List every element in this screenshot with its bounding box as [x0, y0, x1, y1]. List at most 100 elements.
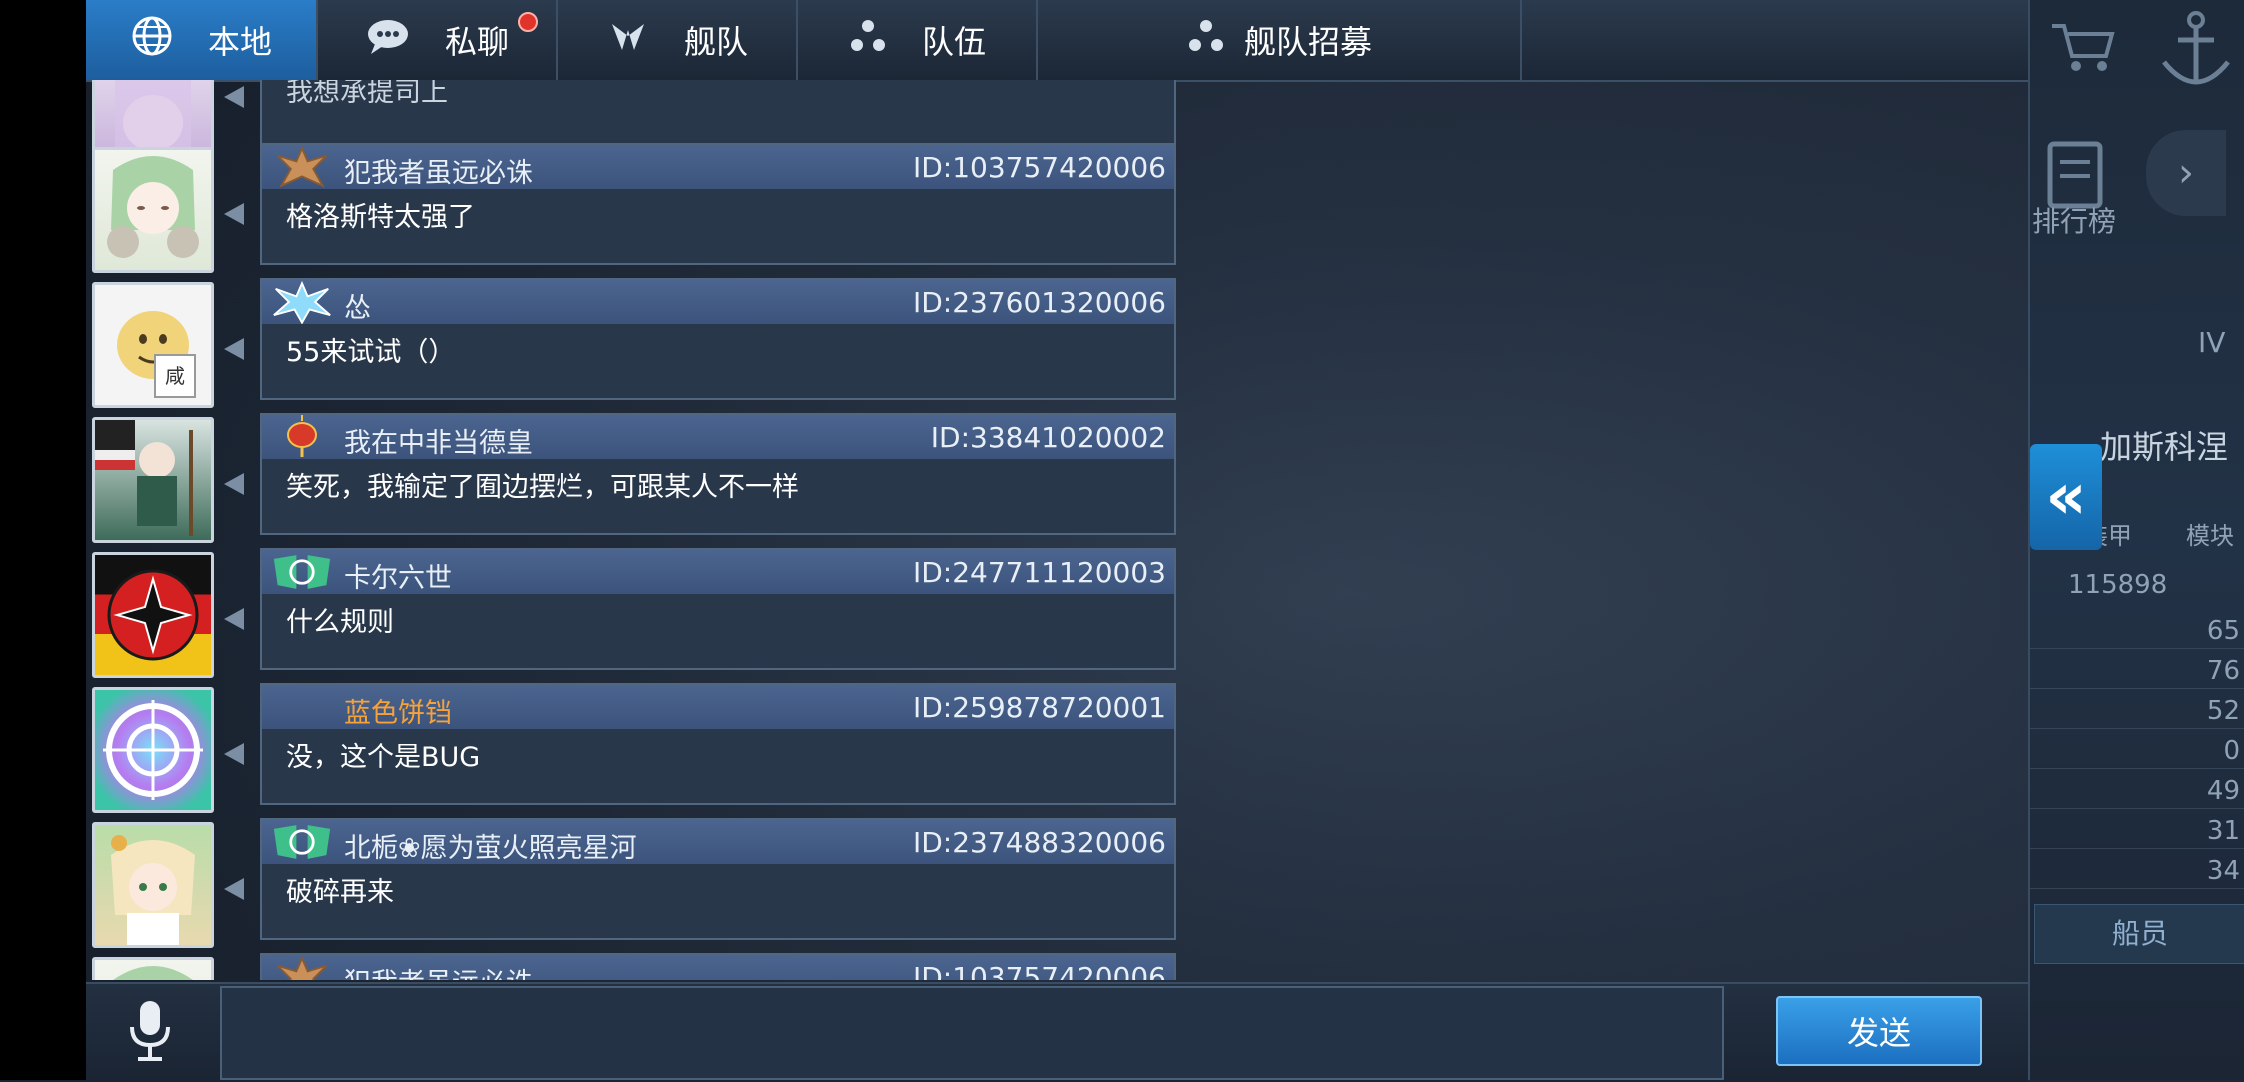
bubble-arrow — [224, 473, 244, 495]
cart-icon[interactable] — [2048, 18, 2118, 74]
team-icon — [848, 18, 888, 63]
stat-row: 52 — [2028, 696, 2244, 729]
svg-text:咸: 咸 — [165, 364, 185, 388]
bubble-arrow — [224, 338, 244, 360]
message-bubble[interactable]: 我想承提司上 — [260, 80, 1176, 148]
bubble-arrow — [224, 203, 244, 225]
message-text: 我想承提司上 — [286, 80, 448, 108]
chat-message: 我在中非当德皇 ID:33841020002 笑死，我输定了囿边摆烂，可跟某人不… — [86, 413, 1186, 548]
message-text: 笑死，我输定了囿边摆烂，可跟某人不一样 — [286, 472, 799, 503]
notification-dot — [518, 12, 538, 32]
anchor-icon[interactable] — [2156, 6, 2236, 96]
message-text: 没，这个是BUG — [286, 742, 481, 773]
message-bubble[interactable]: 犯我者虽远必诛 ID:103757420006 格洛斯特太强了 — [260, 143, 1176, 265]
chat-tab-bar: 本地 私聊 舰队 队伍 舰队招募 — [86, 0, 2028, 82]
tab-label: 本地 — [207, 23, 272, 61]
stat-row: 76 — [2028, 656, 2244, 689]
tab-label: 队伍 — [921, 23, 986, 61]
stat-row: 34 — [2028, 856, 2244, 889]
message-header: 卡尔六世 ID:247711120003 — [262, 550, 1174, 594]
chat-message: 卡尔六世 ID:247711120003 什么规则 — [86, 548, 1186, 683]
tab-fleet-recruit[interactable]: 舰队招募 — [1038, 0, 1522, 80]
username[interactable]: 蓝色饼铛 — [344, 691, 452, 730]
username[interactable]: 犯我者虽远必诛 — [344, 151, 533, 190]
ice-star-badge-icon — [272, 280, 332, 324]
message-text: 格洛斯特太强了 — [286, 202, 475, 233]
fleet-icon — [606, 16, 650, 65]
user-id: ID:103757420006 — [912, 961, 1166, 980]
tab-label: 私聊 — [444, 23, 509, 61]
ship-tier: IV — [2198, 326, 2226, 359]
message-text: 55来试试（） — [286, 337, 456, 368]
chat-bubble-icon — [365, 16, 411, 65]
left-black-strip — [0, 0, 86, 1080]
message-header: 怂 ID:237601320006 — [262, 280, 1174, 324]
tab-label: 舰队 — [683, 23, 748, 61]
green-wing-badge-icon — [272, 552, 332, 592]
message-bubble[interactable]: 卡尔六世 ID:247711120003 什么规则 — [260, 548, 1176, 670]
bubble-arrow — [224, 86, 244, 108]
user-id: ID:237488320006 — [912, 826, 1166, 859]
user-id: ID:237601320006 — [912, 286, 1166, 319]
avatar[interactable] — [92, 552, 214, 678]
module-label[interactable]: 模块 — [2186, 516, 2234, 551]
collapse-chat-button[interactable]: « — [2030, 444, 2102, 550]
username[interactable]: 我在中非当德皇 — [344, 421, 533, 460]
username[interactable]: 怂 — [344, 286, 371, 325]
chat-message: 咸 怂 ID:237601320006 55来试试（） — [86, 278, 1186, 413]
tab-label: 舰队招募 — [1243, 23, 1372, 61]
lantern-badge-icon — [272, 415, 332, 457]
tab-local[interactable]: 本地 — [86, 0, 318, 80]
green-wing-badge-icon — [272, 822, 332, 862]
microphone-icon[interactable] — [120, 994, 180, 1068]
globe-icon — [130, 14, 174, 67]
chat-message-input[interactable] — [220, 986, 1724, 1080]
crew-button[interactable]: 船员 — [2034, 904, 2244, 964]
avatar[interactable] — [92, 687, 214, 813]
chat-message: 北栀❀愿为萤火照亮星河 ID:237488320006 破碎再来 — [86, 818, 1186, 953]
avatar[interactable] — [92, 147, 214, 273]
avatar[interactable] — [92, 957, 214, 980]
stat-row: 0 — [2028, 736, 2244, 769]
user-id: ID:33841020002 — [930, 421, 1166, 454]
message-text: 破碎再来 — [286, 877, 394, 908]
stat-row: 65 — [2028, 616, 2244, 649]
bronze-star-badge-icon — [272, 145, 332, 188]
message-text: 什么规则 — [286, 607, 394, 638]
stat-row: 49 — [2028, 776, 2244, 809]
recruit-icon — [1186, 18, 1226, 63]
chat-message: 犯我者虽远必诛 ID:103757420006 格洛斯特太强了 — [86, 143, 1186, 278]
message-header: 犯我者虽远必诛 ID:103757420006 — [262, 955, 1174, 980]
username[interactable]: 北栀❀愿为萤火照亮星河 — [344, 826, 637, 865]
bubble-arrow — [224, 743, 244, 765]
avatar[interactable] — [92, 822, 214, 948]
message-list[interactable]: 我想承提司上 犯我者虽远必诛 ID:103757420006 格洛斯特太强了 咸 — [86, 80, 1186, 980]
message-header: 我在中非当德皇 ID:33841020002 — [262, 415, 1174, 459]
message-header: 北栀❀愿为萤火照亮星河 ID:237488320006 — [262, 820, 1174, 864]
message-bubble[interactable]: 怂 ID:237601320006 55来试试（） — [260, 278, 1176, 400]
username[interactable]: 卡尔六世 — [344, 556, 452, 595]
send-button[interactable]: 发送 — [1776, 996, 1982, 1066]
tab-private-chat[interactable]: 私聊 — [318, 0, 558, 80]
avatar[interactable] — [92, 417, 214, 543]
username[interactable]: 犯我者虽远必诛 — [344, 961, 533, 980]
message-bubble[interactable]: 北栀❀愿为萤火照亮星河 ID:237488320006 破碎再来 — [260, 818, 1176, 940]
chat-message: 犯我者虽远必诛 ID:103757420006 — [86, 953, 1186, 980]
tab-team[interactable]: 队伍 — [798, 0, 1038, 80]
message-bubble[interactable]: 蓝色饼铛 ID:259878720001 没，这个是BUG — [260, 683, 1176, 805]
chevron-right-icon[interactable]: › — [2146, 130, 2226, 216]
message-header: 犯我者虽远必诛 ID:103757420006 — [262, 145, 1174, 189]
avatar[interactable]: 咸 — [92, 282, 214, 408]
tab-fleet[interactable]: 舰队 — [558, 0, 798, 80]
user-id: ID:103757420006 — [912, 151, 1166, 184]
message-header: 蓝色饼铛 ID:259878720001 — [262, 685, 1174, 729]
message-bubble[interactable]: 我在中非当德皇 ID:33841020002 笑死，我输定了囿边摆烂，可跟某人不… — [260, 413, 1176, 535]
message-bubble[interactable]: 犯我者虽远必诛 ID:103757420006 — [260, 953, 1176, 980]
user-id: ID:247711120003 — [912, 556, 1166, 589]
bubble-arrow — [224, 608, 244, 630]
bronze-star-badge-icon — [272, 955, 332, 980]
stat-row: 31 — [2028, 816, 2244, 849]
ranking-label[interactable]: 排行榜 — [2032, 200, 2116, 240]
user-id: ID:259878720001 — [912, 691, 1166, 724]
chat-message: 蓝色饼铛 ID:259878720001 没，这个是BUG — [86, 683, 1186, 818]
